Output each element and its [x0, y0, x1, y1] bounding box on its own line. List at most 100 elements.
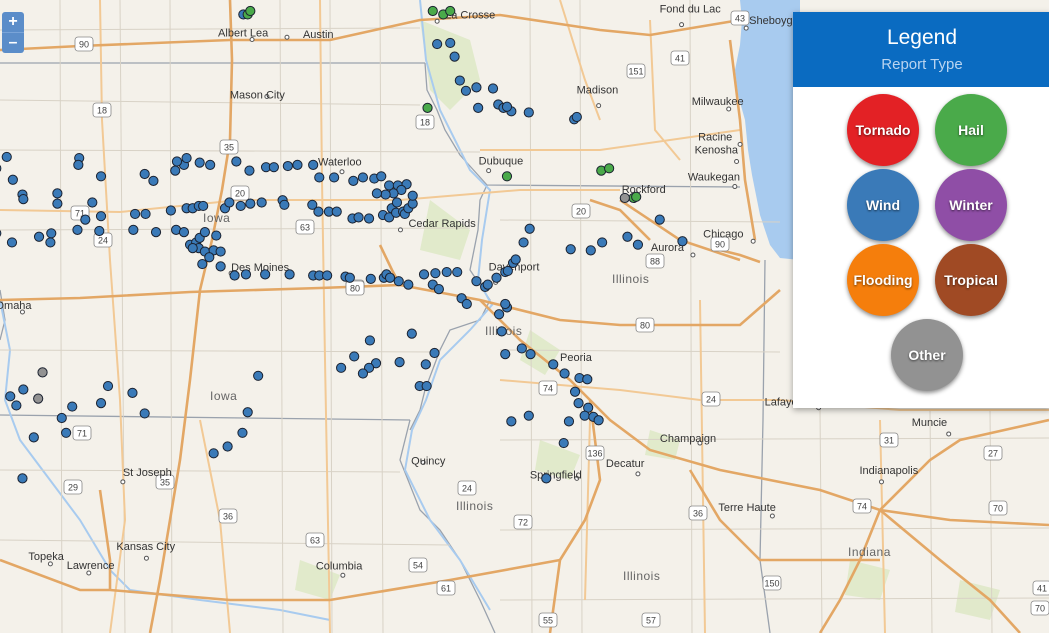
wind-report-marker[interactable]	[487, 83, 499, 94]
wind-report-marker[interactable]	[344, 272, 355, 283]
other-report-marker[interactable]	[37, 367, 48, 378]
wind-report-marker[interactable]	[148, 175, 159, 186]
wind-report-marker[interactable]	[349, 351, 360, 362]
legend-tornado-button[interactable]: Tornado	[847, 94, 919, 166]
wind-report-marker[interactable]	[171, 156, 183, 167]
wind-report-marker[interactable]	[5, 391, 16, 402]
wind-report-marker[interactable]	[430, 268, 441, 279]
wind-report-marker[interactable]	[52, 188, 63, 199]
wind-report-marker[interactable]	[523, 410, 534, 421]
wind-report-marker[interactable]	[449, 51, 460, 62]
wind-report-marker[interactable]	[523, 107, 534, 118]
wind-report-marker[interactable]	[371, 188, 382, 199]
wind-report-marker[interactable]	[622, 231, 633, 242]
legend-other-button[interactable]: Other	[891, 319, 963, 391]
wind-report-marker[interactable]	[94, 225, 105, 237]
wind-report-marker[interactable]	[391, 197, 403, 208]
wind-report-marker[interactable]	[585, 245, 596, 256]
wind-report-marker[interactable]	[211, 230, 222, 241]
wind-report-marker[interactable]	[33, 231, 45, 242]
legend-winter-button[interactable]: Winter	[935, 169, 1007, 241]
wind-report-marker[interactable]	[491, 272, 502, 283]
wind-report-marker[interactable]	[308, 159, 319, 170]
wind-report-marker[interactable]	[363, 213, 375, 224]
wind-report-marker[interactable]	[215, 261, 226, 272]
wind-report-marker[interactable]	[394, 357, 405, 368]
wind-report-marker[interactable]	[501, 101, 513, 112]
wind-report-marker[interactable]	[454, 75, 465, 86]
wind-report-marker[interactable]	[165, 205, 176, 216]
wind-report-marker[interactable]	[229, 270, 240, 281]
wind-report-marker[interactable]	[46, 228, 57, 239]
wind-report-marker[interactable]	[569, 386, 581, 397]
wind-report-marker[interactable]	[525, 349, 536, 360]
wind-report-marker[interactable]	[632, 239, 644, 250]
wind-report-marker[interactable]	[432, 38, 443, 50]
wind-report-marker[interactable]	[393, 276, 404, 287]
wind-report-marker[interactable]	[558, 437, 569, 449]
wind-report-marker[interactable]	[314, 172, 325, 183]
wind-report-marker[interactable]	[128, 224, 139, 235]
wind-report-marker[interactable]	[579, 410, 590, 421]
wind-report-marker[interactable]	[518, 237, 529, 248]
wind-report-marker[interactable]	[506, 416, 517, 427]
wind-report-marker[interactable]	[139, 408, 150, 419]
wind-report-marker[interactable]	[1, 151, 12, 163]
wind-report-marker[interactable]	[407, 190, 418, 201]
wind-report-marker[interactable]	[240, 269, 252, 280]
wind-report-marker[interactable]	[6, 237, 18, 248]
wind-report-marker[interactable]	[502, 265, 513, 277]
wind-report-marker[interactable]	[256, 197, 267, 208]
wind-report-marker[interactable]	[198, 200, 209, 212]
wind-report-marker[interactable]	[222, 441, 233, 452]
wind-report-marker[interactable]	[429, 347, 440, 359]
hail-report-marker[interactable]	[422, 102, 433, 114]
wind-report-marker[interactable]	[406, 328, 417, 339]
wind-report-marker[interactable]	[597, 237, 608, 248]
wind-report-marker[interactable]	[127, 387, 138, 398]
wind-report-marker[interactable]	[418, 269, 430, 280]
wind-report-marker[interactable]	[197, 258, 208, 270]
legend-wind-button[interactable]: Wind	[847, 169, 919, 241]
wind-report-marker[interactable]	[471, 82, 482, 93]
hail-report-marker[interactable]	[501, 171, 513, 182]
wind-report-marker[interactable]	[237, 427, 248, 438]
wind-report-marker[interactable]	[500, 349, 511, 360]
wind-report-marker[interactable]	[593, 415, 604, 426]
wind-report-marker[interactable]	[565, 244, 576, 255]
wind-report-marker[interactable]	[357, 172, 369, 183]
wind-report-marker[interactable]	[150, 227, 162, 238]
wind-report-marker[interactable]	[260, 269, 271, 280]
wind-report-marker[interactable]	[253, 370, 264, 381]
hail-report-marker[interactable]	[445, 5, 456, 17]
wind-report-marker[interactable]	[380, 189, 391, 200]
wind-report-marker[interactable]	[452, 266, 463, 278]
other-report-marker[interactable]	[33, 393, 44, 404]
wind-report-marker[interactable]	[56, 412, 67, 424]
wind-report-marker[interactable]	[204, 252, 215, 263]
wind-report-marker[interactable]	[139, 168, 150, 180]
wind-report-marker[interactable]	[45, 237, 56, 248]
wind-report-marker[interactable]	[471, 276, 482, 287]
wind-report-marker[interactable]	[61, 427, 72, 438]
wind-report-marker[interactable]	[420, 359, 431, 370]
wind-report-marker[interactable]	[353, 212, 364, 223]
wind-report-marker[interactable]	[510, 254, 521, 265]
wind-report-marker[interactable]	[102, 380, 114, 392]
wind-report-marker[interactable]	[460, 85, 472, 96]
wind-report-marker[interactable]	[365, 273, 376, 284]
wind-report-marker[interactable]	[364, 335, 376, 346]
other-report-marker[interactable]	[619, 192, 630, 204]
legend-tropical-button[interactable]: Tropical	[935, 244, 1007, 316]
wind-report-marker[interactable]	[52, 198, 63, 209]
wind-report-marker[interactable]	[18, 194, 29, 205]
wind-report-marker[interactable]	[654, 214, 665, 225]
wind-report-marker[interactable]	[205, 159, 216, 170]
wind-report-marker[interactable]	[199, 227, 211, 238]
wind-report-marker[interactable]	[329, 172, 340, 183]
wind-report-marker[interactable]	[548, 359, 559, 370]
wind-report-marker[interactable]	[559, 368, 570, 379]
zoom-out-button[interactable]: –	[2, 32, 24, 53]
wind-report-marker[interactable]	[224, 197, 235, 208]
wind-report-marker[interactable]	[95, 211, 107, 222]
